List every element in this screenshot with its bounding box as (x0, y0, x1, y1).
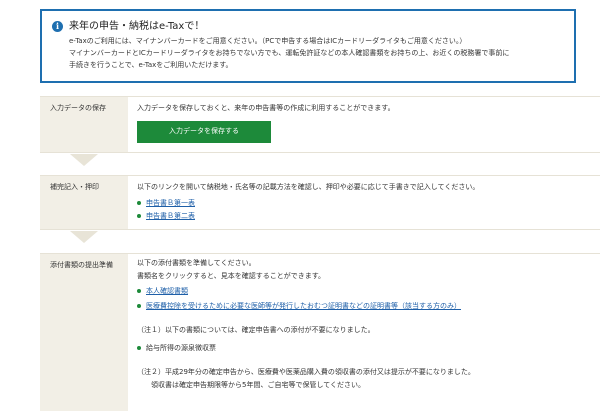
list-item: 本人確認書類 (137, 286, 600, 297)
note-2: 領収書は確定申告期限等から5年間、ご自宅等で保管してください。 (137, 380, 366, 389)
step-heading: 補完記入・押印 (40, 176, 128, 229)
bullet-icon (137, 345, 141, 350)
step-heading: 添付書類の提出準備 (40, 254, 128, 411)
list-item: 申告書Ｂ第一表 (137, 198, 600, 209)
step-arrow (70, 154, 98, 166)
step-heading: 入力データの保存 (40, 97, 128, 152)
list-item: 申告書Ｂ第二表 (137, 211, 600, 222)
step-description: 書類名をクリックすると、見本を確認することができます。 (137, 271, 326, 280)
list-item: 給与所得の源泉徴収票 (137, 343, 600, 354)
info-icon: i (52, 21, 63, 32)
note-1: （注１）以下の書類については、確定申告書への添付が不要になりました。 (137, 326, 375, 334)
list-item: 医療費控除を受けるために必要な医師等が発行したおむつ証明書などの証明書等（該当す… (137, 301, 600, 312)
step-body: 入力データを保存しておくと、来年の申告書等の作成に利用することができます。 入力… (137, 103, 600, 143)
medical-certificate-link[interactable]: 医療費控除を受けるために必要な医師等が発行したおむつ証明書などの証明書等（該当す… (146, 301, 461, 312)
etax-info-box: i 来年の申告・納税はe-Taxで！ e-Taxのご利用には、マイナンバーカード… (40, 9, 576, 83)
info-title: 来年の申告・納税はe-Taxで！ (69, 21, 205, 32)
bullet-icon (137, 303, 141, 308)
bullet-icon (137, 200, 141, 205)
step-supplement-seal: 補完記入・押印 以下のリンクを開いて納税地・氏名等の記載方法を確認し、押印や必要… (40, 175, 600, 230)
step-arrow (70, 231, 98, 243)
step-description: 入力データを保存しておくと、来年の申告書等の作成に利用することができます。 (137, 104, 395, 112)
step-description: 以下の添付書類を準備してください。 (137, 259, 256, 267)
step-body: 以下の添付書類を準備してください。 書類名をクリックすると、見本を確認することが… (137, 258, 600, 390)
form-b-table2-link[interactable]: 申告書Ｂ第二表 (146, 211, 195, 222)
bullet-icon (137, 289, 141, 294)
step-body: 以下のリンクを開いて納税地・氏名等の記載方法を確認し、押印や必要に応じて手書きで… (137, 182, 600, 222)
form-b-table1-link[interactable]: 申告書Ｂ第一表 (146, 198, 195, 209)
step-save-data: 入力データの保存 入力データを保存しておくと、来年の申告書等の作成に利用すること… (40, 96, 600, 153)
info-line: 手続きを行うことで、e-Taxをご利用いただけます。 (69, 61, 233, 69)
bullet-icon (137, 214, 141, 219)
id-documents-link[interactable]: 本人確認書類 (146, 286, 188, 297)
step-description: 以下のリンクを開いて納税地・氏名等の記載方法を確認し、押印や必要に応じて手書きで… (137, 183, 480, 191)
info-line: マイナンバーカードとICカードリーダライタをお持ちでない方でも、運転免許証などの… (69, 49, 510, 57)
note-2: （注２）平成29年分の確定申告から、医療費や医薬品購入費の領収書の添付又は提示が… (137, 368, 475, 376)
info-line: e-Taxのご利用には、マイナンバーカードをご用意ください。（PCで申告する場合… (69, 37, 467, 45)
step-attachments: 添付書類の提出準備 以下の添付書類を準備してください。 書類名をクリックすると、… (40, 253, 600, 411)
withholding-slip-item: 給与所得の源泉徴収票 (146, 343, 216, 352)
save-input-data-button[interactable]: 入力データを保存する (137, 120, 271, 143)
